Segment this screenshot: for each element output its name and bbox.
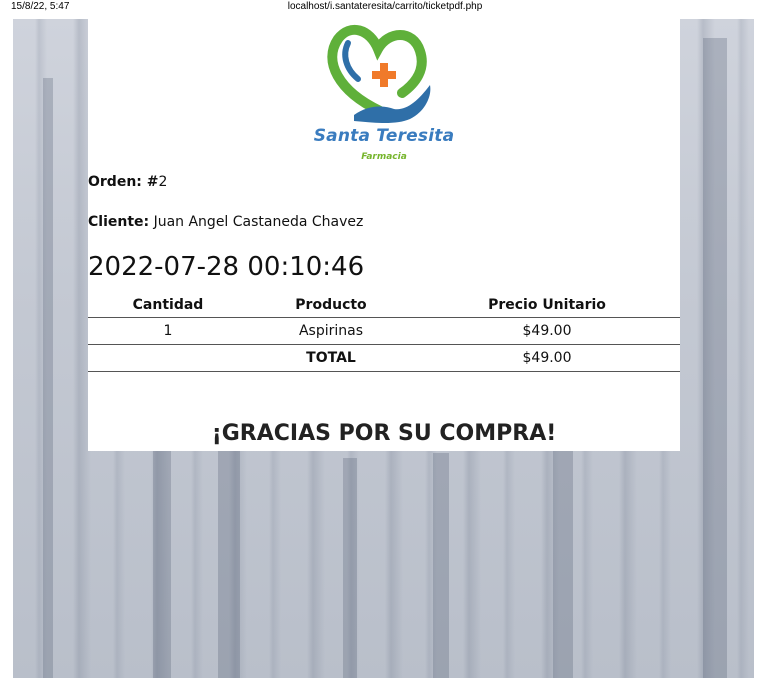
header-precio: Precio Unitario [488,297,606,313]
cell-producto: Aspirinas [248,317,414,345]
total-row: TOTAL $49.00 [88,344,680,372]
total-label: TOTAL [248,344,414,372]
order-datetime: 2022-07-28 00:10:46 [88,252,365,282]
header-producto: Producto [295,297,367,313]
order-value: 2 [158,174,168,190]
brand-name: Santa Teresita [313,126,455,146]
table-row: 1 Aspirinas $49.00 [88,317,680,345]
items-table: Cantidad Producto Precio Unitario 1 Aspi… [88,293,680,372]
client-value: Juan Angel Castaneda Chavez [153,214,364,230]
order-label: Orden: # [88,174,159,190]
cell-cantidad: 1 [88,317,248,345]
cell-precio: $49.00 [414,317,680,345]
client: Cliente: Juan Angel Castaneda Chavez [88,214,363,230]
total-empty [88,344,248,372]
heart-hand-cross-icon [327,24,431,123]
order-number: Orden: #2 [88,174,167,190]
total-value: $49.00 [414,344,680,372]
client-label: Cliente: [88,214,150,230]
print-header: 15/8/22, 5:47 localhost/i.santateresita/… [0,0,770,14]
ticket: Santa Teresita Farmacia Orden: #2 Client… [88,19,680,451]
brand-subtitle: Farmacia [361,152,407,162]
thanks-message: ¡GRACIAS POR SU COMPRA! [211,421,557,446]
header-cantidad: Cantidad [132,297,204,313]
table-header-row: Cantidad Producto Precio Unitario [88,293,680,318]
print-url: localhost/i.santateresita/carrito/ticket… [287,1,483,12]
